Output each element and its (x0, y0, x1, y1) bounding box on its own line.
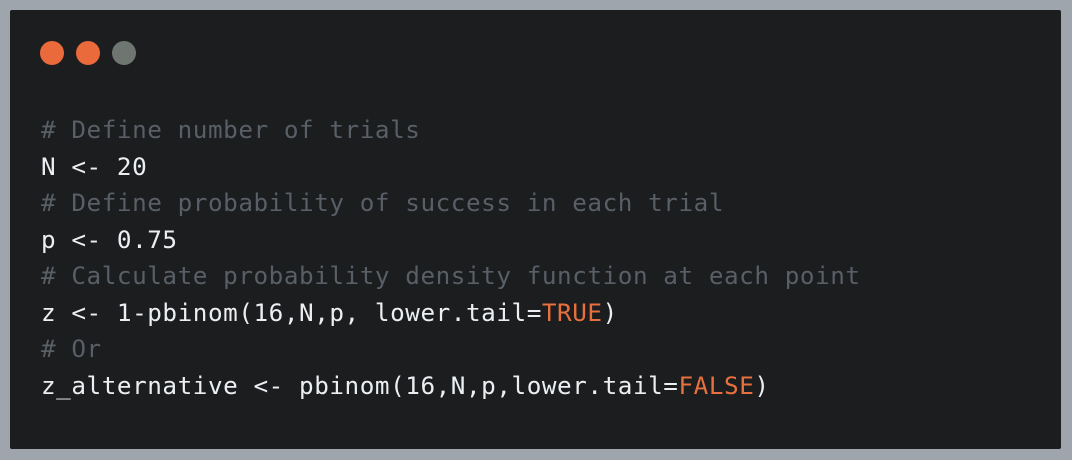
code-block: # Define number of trials N <- 20 # Define… (41, 112, 861, 404)
close-button[interactable] (40, 41, 64, 65)
window-controls (40, 41, 136, 67)
code-text: z <- 1-pbinom(16,N,p, lower.tail= (41, 297, 542, 327)
code-comment-line: # Calculate probability density function… (41, 261, 861, 290)
maximize-button[interactable] (112, 41, 136, 65)
code-line: p <- 0.75 (41, 224, 178, 254)
minimize-button[interactable] (76, 41, 100, 65)
code-comment-line: # Define number of trials (41, 115, 421, 144)
boolean-constant: FALSE (678, 370, 755, 400)
boolean-constant: TRUE (541, 297, 603, 327)
code-line: N <- 20 (41, 151, 148, 181)
code-text: z_alternative <- pbinom(16,N,p,lower.tai… (41, 370, 679, 400)
code-text: ) (602, 297, 618, 327)
code-comment-line: # Define probability of success in each … (41, 188, 725, 217)
code-window: # Define number of trials N <- 20 # Define… (10, 10, 1061, 449)
code-comment-line: # Or (41, 334, 102, 363)
code-line: z_alternative <- pbinom(16,N,p,lower.tai… (41, 368, 861, 405)
code-text: ) (754, 370, 770, 400)
code-line: z <- 1-pbinom(16,N,p, lower.tail=TRUE) (41, 295, 861, 332)
